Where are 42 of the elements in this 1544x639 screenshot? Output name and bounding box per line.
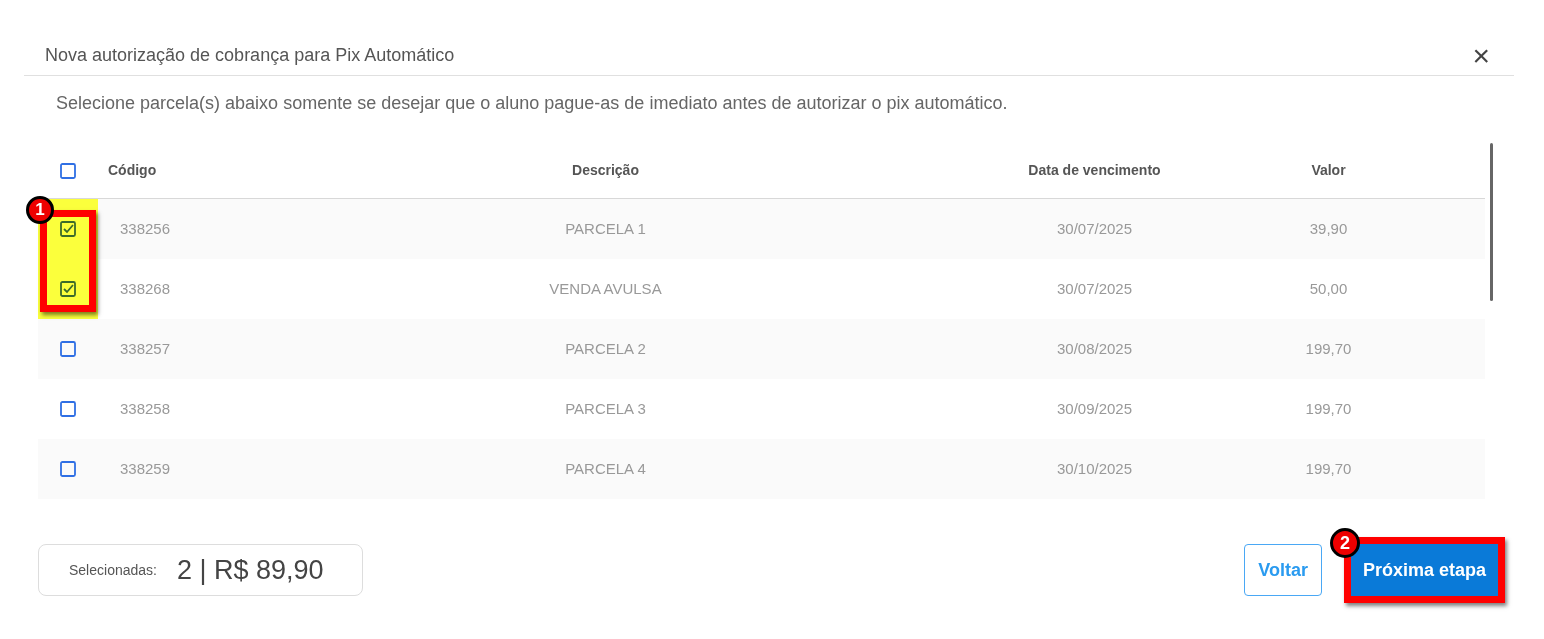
column-header: Código	[107, 161, 157, 180]
table-cell-text: PARCELA 4	[565, 458, 646, 479]
column-header: Valor	[1311, 161, 1346, 180]
row-checkbox[interactable]	[60, 281, 76, 297]
table-cell-text: 338256	[119, 218, 171, 239]
step-badge: 1	[26, 196, 54, 224]
table-cell-text: 199,70	[1305, 398, 1352, 419]
row-checkbox[interactable]	[60, 401, 76, 417]
table-cell-text: 30/10/2025	[1056, 458, 1133, 479]
row-checkbox[interactable]	[60, 221, 76, 237]
close-button[interactable]: ×	[1472, 40, 1490, 71]
table-cell-text: 199,70	[1305, 338, 1352, 359]
table-cell-text: 30/09/2025	[1056, 398, 1133, 419]
table-cell-text: 338268	[119, 278, 171, 299]
table-cell-text: 30/08/2025	[1056, 338, 1133, 359]
table-cell-text: 338257	[119, 338, 171, 359]
row-checkbox[interactable]	[60, 341, 76, 357]
column-header: Data de vencimento	[1028, 161, 1161, 180]
dialog-title: Nova autorização de cobrança para Pix Automático	[45, 44, 455, 67]
table-cell-text: VENDA AVULSA	[549, 278, 662, 299]
table-cell-text: 199,70	[1305, 458, 1352, 479]
table-row[interactable]: 338257 PARCELA 2 30/08/2025 199,70	[38, 319, 1485, 379]
table-row[interactable]: 338259 PARCELA 4 30/10/2025 199,70	[38, 439, 1485, 499]
table-cell-text: PARCELA 1	[565, 218, 646, 239]
back-button[interactable]: Voltar	[1244, 544, 1322, 596]
table-cell-text: 39,90	[1309, 218, 1348, 239]
table-cell-text: 30/07/2025	[1056, 218, 1133, 239]
table-cell-text: 338259	[119, 458, 171, 479]
step-badge: 2	[1329, 528, 1360, 558]
table-cell-text: 50,00	[1309, 278, 1348, 299]
select-all-checkbox[interactable]	[60, 162, 76, 179]
summary-label: Selecionadas:	[69, 560, 157, 580]
table-cell-text: PARCELA 2	[565, 338, 646, 359]
table-cell-text: 30/07/2025	[1056, 278, 1133, 299]
instructions-text: Selecione parcela(s) abaixo somente se desejar que o aluno pague-as de imediato antes de autorizar o pix automático.	[55, 92, 1009, 115]
summary-value: 2 | R$ 89,90	[176, 553, 324, 587]
column-header: Descrição	[572, 161, 639, 180]
next-button[interactable]: Próxima etapa	[1350, 544, 1498, 596]
row-checkbox[interactable]	[60, 461, 76, 477]
table-cell-text: 338258	[119, 398, 171, 419]
table-cell-text: PARCELA 3	[565, 398, 646, 419]
scrollbar[interactable]	[1490, 143, 1493, 301]
